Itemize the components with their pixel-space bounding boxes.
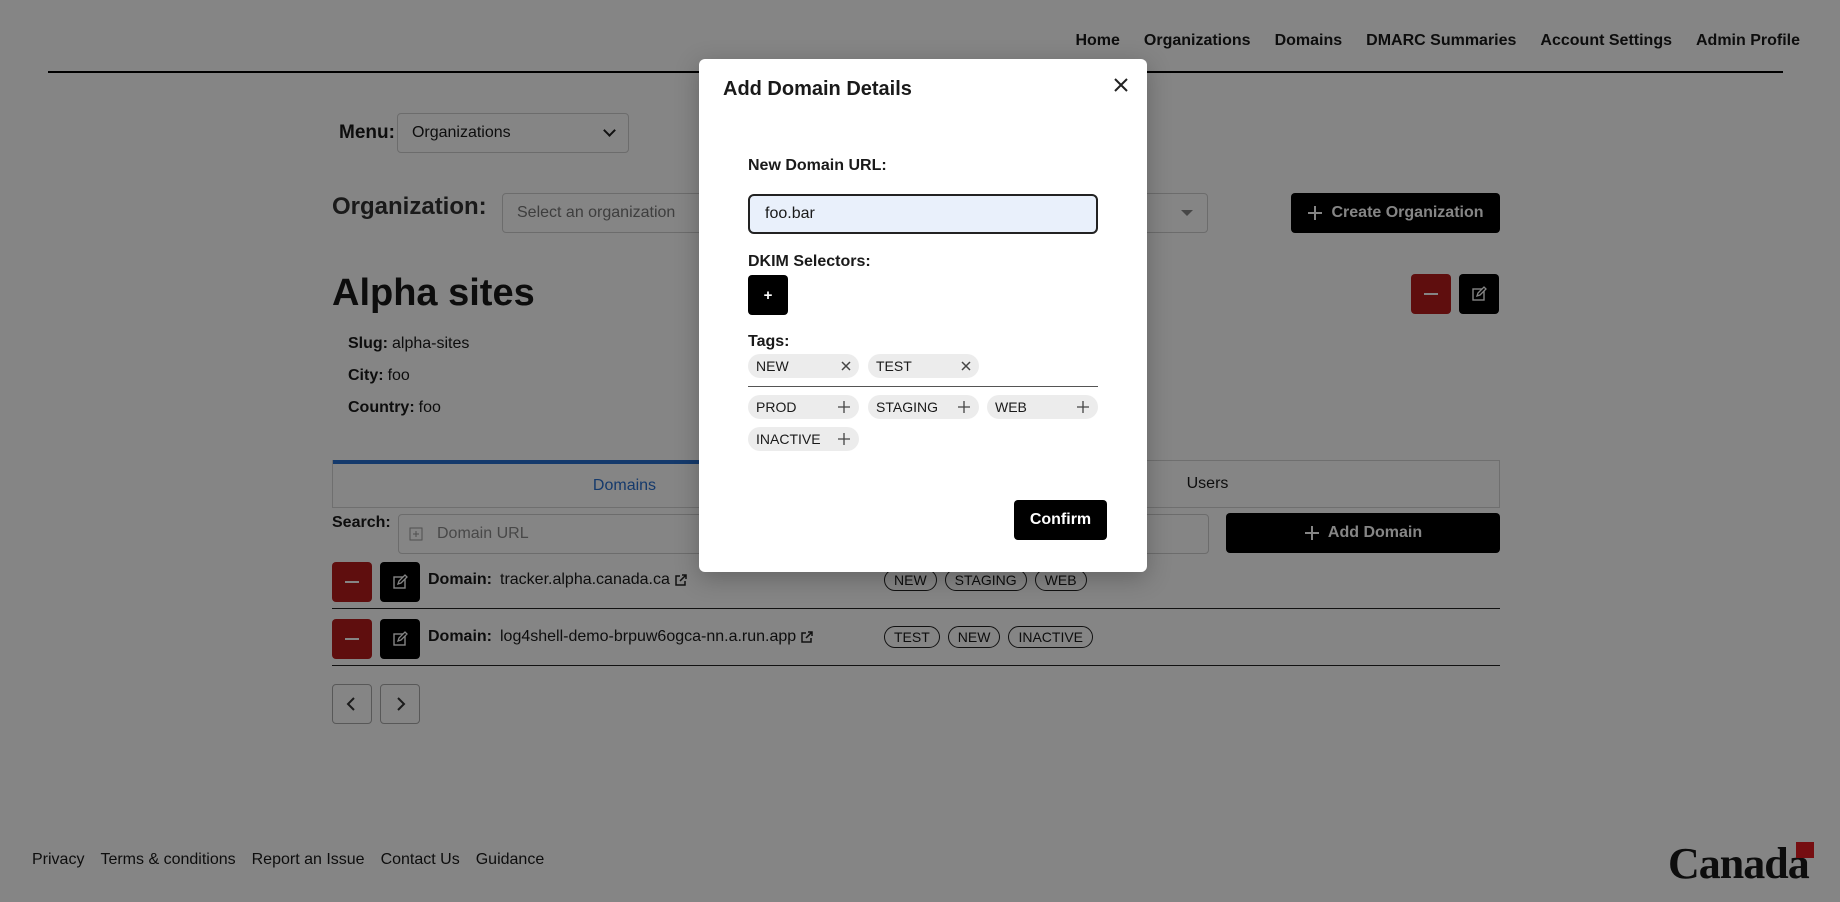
add-tag-icon [1077,401,1089,413]
add-tag-icon [838,401,850,413]
available-tag-chip[interactable]: STAGING [868,395,979,419]
modal-title: Add Domain Details [723,78,912,100]
add-dkim-selector-button[interactable]: + [748,275,788,315]
available-tag-chip[interactable]: INACTIVE [748,427,859,451]
remove-tag-icon[interactable] [961,361,971,371]
close-button[interactable] [1109,73,1133,97]
add-tag-icon [838,433,850,445]
available-tag-chip[interactable]: PROD [748,395,859,419]
confirm-button[interactable]: Confirm [1014,500,1107,540]
available-tag-label: WEB [995,399,1027,415]
remove-tag-icon[interactable] [841,361,851,371]
available-tag-label: PROD [756,399,797,415]
add-domain-modal: Add Domain Details New Domain URL: foo.b… [699,59,1147,572]
tags-divider [748,386,1098,387]
selected-tag-chip: TEST [868,354,979,378]
close-icon [1114,78,1128,92]
domain-url-input[interactable]: foo.bar [748,194,1098,234]
selected-tag-label: NEW [756,358,789,374]
add-tag-icon [958,401,970,413]
domain-url-label: New Domain URL: [748,157,887,174]
available-tag-label: INACTIVE [756,431,821,447]
dkim-selectors-label: DKIM Selectors: [748,253,871,270]
available-tag-label: STAGING [876,399,938,415]
selected-tag-chip: NEW [748,354,859,378]
available-tag-chip[interactable]: WEB [987,395,1098,419]
selected-tag-label: TEST [876,358,912,374]
tags-label: Tags: [748,333,790,350]
